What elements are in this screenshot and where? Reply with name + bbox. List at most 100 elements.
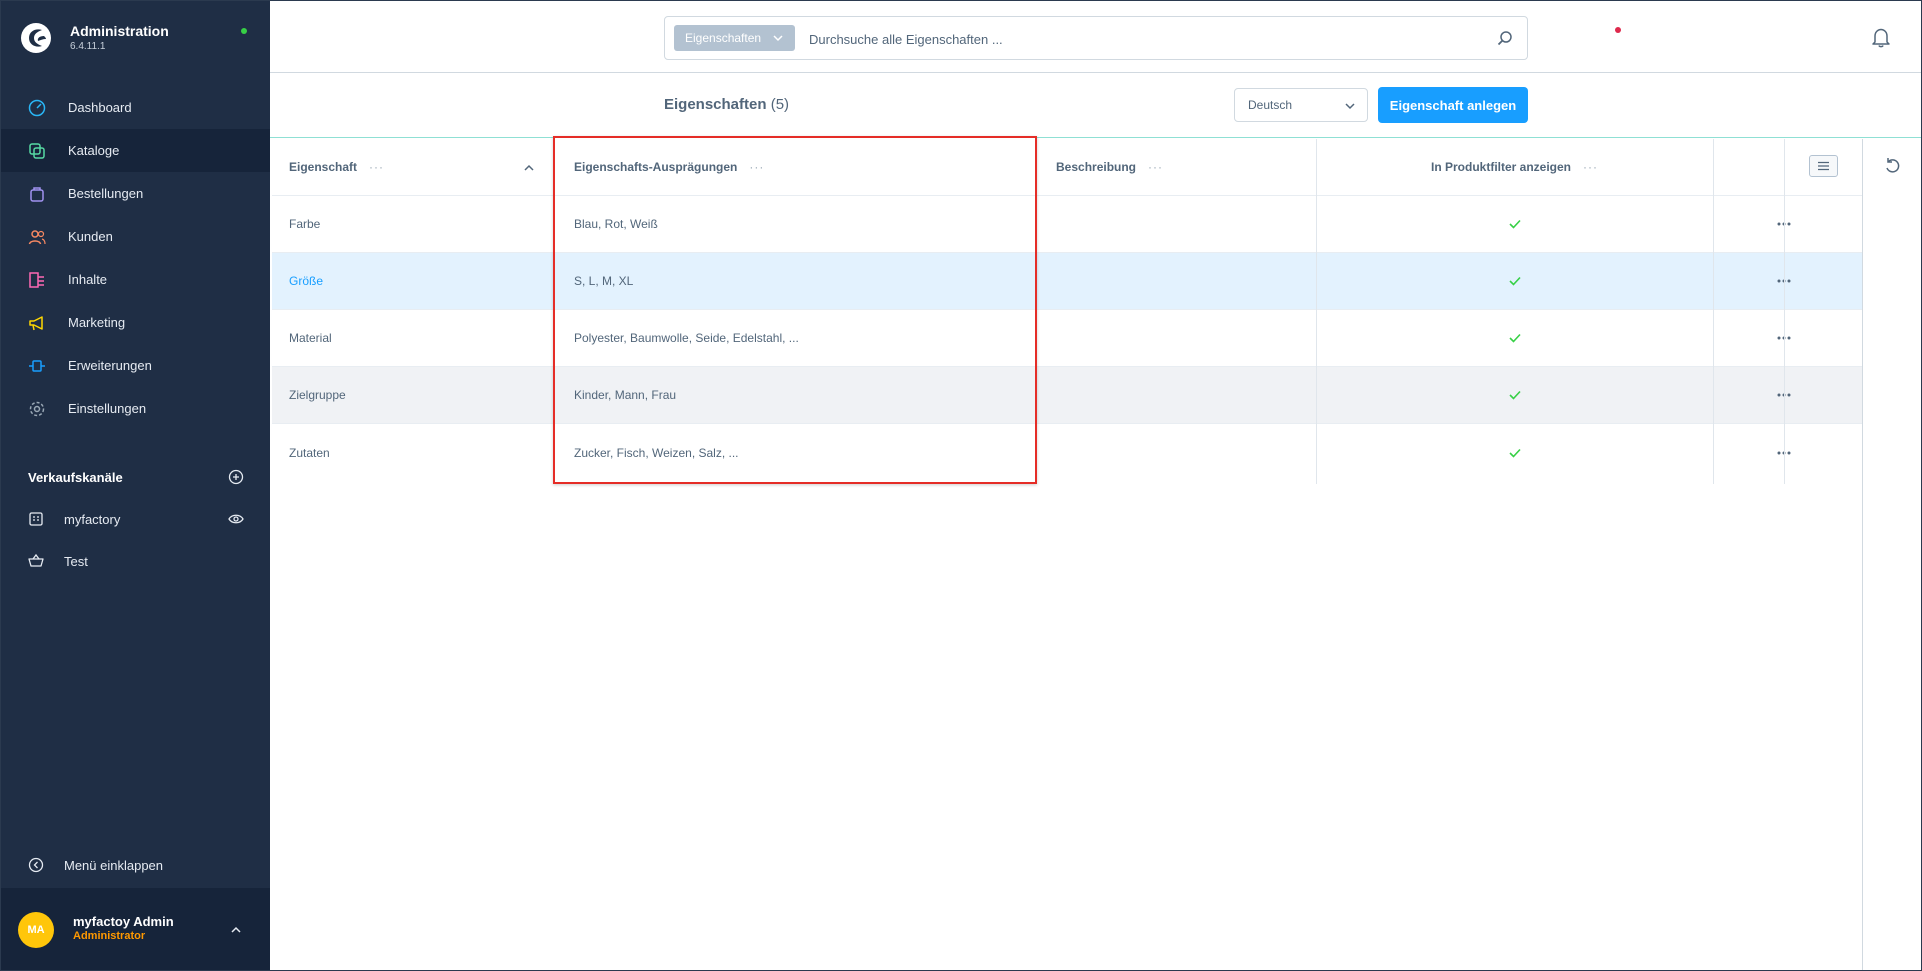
nav-item-dashboard[interactable]: Dashboard — [0, 86, 270, 129]
language-select[interactable]: Deutsch — [1234, 88, 1368, 122]
filterable-cell — [1317, 310, 1712, 366]
plugin-icon — [29, 359, 45, 372]
column-header-options[interactable]: Eigenschafts-Ausprägungen ··· — [574, 139, 1034, 195]
chevron-left-circle-icon — [28, 857, 44, 873]
checkmark-icon — [1508, 390, 1521, 400]
sales-channel-test[interactable]: Test — [28, 551, 244, 571]
column-header-description[interactable]: Beschreibung ··· — [1056, 139, 1336, 195]
nav-item-erweiterungen[interactable]: Erweiterungen — [0, 344, 270, 387]
filterable-cell — [1317, 367, 1712, 423]
sort-ascending-icon[interactable] — [524, 164, 534, 171]
property-description — [1056, 253, 1336, 309]
property-name[interactable]: Farbe — [289, 196, 544, 252]
top-bar: Eigenschaften — [270, 0, 1922, 73]
checkmark-icon — [1508, 333, 1521, 343]
table-row[interactable]: Zutaten Zucker, Fisch, Weizen, Salz, ... — [272, 424, 1862, 481]
column-header-label: Eigenschaft — [289, 160, 358, 174]
column-settings-button[interactable] — [1809, 155, 1838, 177]
property-name[interactable]: Material — [289, 310, 544, 366]
property-options: Blau, Rot, Weiß — [574, 217, 658, 231]
chevron-down-icon — [773, 35, 783, 42]
app-title: Administration — [70, 23, 169, 39]
search-type-label: Eigenschaften — [685, 31, 762, 45]
language-select-value: Deutsch — [1248, 98, 1293, 112]
property-options: Zucker, Fisch, Weizen, Salz, ... — [574, 445, 739, 460]
reset-icon[interactable] — [1884, 157, 1900, 175]
property-name[interactable]: Größe — [289, 253, 544, 309]
nav-item-einstellungen[interactable]: Einstellungen — [0, 387, 270, 430]
property-options: Kinder, Mann, Frau — [574, 388, 677, 402]
nav-item-inhalte[interactable]: Inhalte — [0, 258, 270, 301]
sales-channel-label: myfactory — [64, 511, 121, 527]
create-property-button[interactable]: Eigenschaft anlegen — [1378, 87, 1528, 123]
collapse-menu-label: Menü einklappen — [64, 857, 164, 873]
nav-label: Erweiterungen — [68, 357, 152, 373]
user-name: myfactoy Admin — [73, 914, 174, 929]
global-search: Eigenschaften — [664, 16, 1528, 60]
nav-label: Dashboard — [68, 99, 132, 115]
eye-icon[interactable] — [228, 511, 244, 527]
table-row[interactable]: Farbe Blau, Rot, Weiß — [272, 196, 1862, 253]
property-options: Polyester, Baumwolle, Seide, Edelstahl, … — [574, 331, 799, 345]
nav-label: Einstellungen — [68, 400, 147, 416]
sales-channels-title: Verkaufskanäle — [28, 469, 123, 485]
sales-channel-myfactory[interactable]: myfactory — [28, 509, 244, 529]
property-description — [1056, 367, 1336, 423]
bag-icon — [30, 186, 44, 202]
main-nav: Dashboard Kataloge Bestellungen Kunden I… — [0, 86, 270, 430]
checkmark-icon — [1508, 219, 1521, 229]
megaphone-icon — [29, 315, 43, 330]
column-header-name[interactable]: Eigenschaft ··· — [289, 139, 544, 195]
column-divider — [1713, 139, 1714, 484]
column-header-filterable[interactable]: In Produktfilter anzeigen ··· — [1317, 139, 1712, 195]
nav-item-bestellungen[interactable]: Bestellungen — [0, 172, 270, 215]
table-row[interactable]: Zielgruppe Kinder, Mann, Frau — [272, 367, 1862, 424]
table-row[interactable]: Größe S, L, M, XL — [272, 253, 1862, 310]
property-description — [1056, 196, 1336, 252]
nav-item-kunden[interactable]: Kunden — [0, 215, 270, 258]
page-title-text: Eigenschaften — [664, 96, 767, 113]
dashboard-icon — [28, 99, 46, 116]
column-header-label: Beschreibung — [1056, 160, 1137, 174]
notification-bell-icon[interactable] — [1870, 26, 1892, 48]
smart-bar: Eigenschaften (5) Deutsch Eigenschaft an… — [270, 74, 1922, 138]
column-menu-icon[interactable]: ··· — [369, 160, 384, 174]
property-grid: Eigenschaft ··· Eigenschafts-Ausprägungen… — [272, 139, 1862, 481]
column-menu-icon[interactable]: ··· — [1583, 160, 1598, 174]
column-divider — [1316, 139, 1317, 484]
content-icon — [29, 271, 44, 288]
user-role: Administrator — [73, 930, 146, 942]
online-status-dot — [241, 28, 247, 34]
search-type-selector[interactable]: Eigenschaften — [674, 25, 795, 51]
filterable-cell — [1317, 196, 1712, 252]
page-title: Eigenschaften (5) — [664, 96, 789, 113]
user-profile[interactable]: MA myfactoy Admin Administrator — [0, 888, 270, 971]
column-header-label: Eigenschafts-Ausprägungen — [574, 160, 738, 174]
search-input[interactable] — [809, 27, 1469, 51]
nav-label: Kataloge — [68, 142, 120, 158]
filterable-cell — [1317, 424, 1712, 481]
add-circle-icon[interactable] — [228, 469, 244, 485]
chevron-up-icon[interactable] — [230, 924, 242, 936]
property-description — [1056, 424, 1336, 481]
brand[interactable]: Administration 6.4.11.1 — [20, 22, 169, 54]
nav-item-marketing[interactable]: Marketing — [0, 301, 270, 344]
table-row[interactable]: Material Polyester, Baumwolle, Seide, Ed… — [272, 310, 1862, 367]
app-version: 6.4.11.1 — [70, 41, 106, 52]
notification-badge — [1615, 27, 1621, 33]
nav-item-kataloge[interactable]: Kataloge — [0, 129, 270, 172]
column-menu-icon[interactable]: ··· — [749, 160, 764, 174]
property-name[interactable]: Zutaten — [289, 424, 544, 481]
avatar: MA — [18, 912, 54, 948]
column-menu-icon[interactable]: ··· — [1148, 160, 1163, 174]
sales-channel-label: Test — [64, 553, 88, 569]
column-header-label: In Produktfilter anzeigen — [1430, 160, 1571, 174]
collapse-menu-button[interactable]: Menü einklappen — [28, 857, 163, 873]
property-name[interactable]: Zielgruppe — [289, 367, 544, 423]
gear-icon — [29, 401, 45, 416]
search-icon[interactable] — [1497, 30, 1513, 46]
basket-icon — [28, 553, 44, 567]
table-header: Eigenschaft ··· Eigenschafts-Ausprägungen… — [272, 139, 1862, 196]
nav-label: Bestellungen — [68, 185, 144, 201]
storefront-icon — [29, 512, 43, 526]
